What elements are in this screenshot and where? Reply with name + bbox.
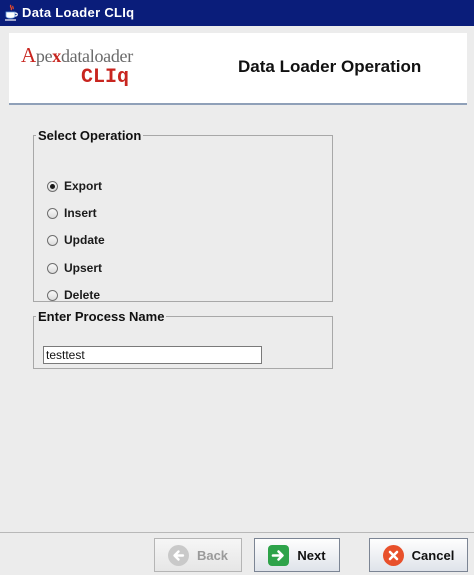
radio-label: Delete: [64, 288, 101, 302]
radio-label: Upsert: [64, 261, 103, 275]
radio-button[interactable]: [47, 262, 58, 274]
back-button[interactable]: Back: [154, 538, 242, 572]
back-button-label: Back: [196, 547, 229, 563]
logo: Apexdataloader: [21, 43, 133, 67]
logo-subtitle: CLIq: [81, 66, 130, 89]
cancel-button[interactable]: Cancel: [369, 538, 468, 572]
page-title: Data Loader Operation: [238, 57, 422, 76]
next-button-label: Next: [297, 547, 326, 563]
header-divider: [9, 103, 467, 105]
window-title: Data Loader CLIq: [22, 5, 135, 20]
close-icon: [382, 544, 404, 566]
arrow-left-icon: [167, 544, 189, 566]
radio-label: Update: [64, 233, 105, 247]
radio-button[interactable]: [47, 289, 58, 301]
radio-button[interactable]: [47, 234, 58, 246]
radio-upsert[interactable]: Upsert: [47, 260, 102, 276]
radio-button[interactable]: [47, 180, 58, 192]
process-name-group: Enter Process Name: [33, 309, 333, 369]
title-bar[interactable]: Data Loader CLIq: [0, 0, 474, 26]
radio-delete[interactable]: Delete: [47, 287, 100, 303]
select-operation-legend: Select Operation: [38, 128, 142, 143]
arrow-right-icon: [268, 544, 290, 566]
footer-divider: [0, 532, 474, 533]
cancel-button-label: Cancel: [411, 547, 455, 563]
header-banner: Apexdataloader CLIq Data Loader Operatio…: [9, 33, 467, 103]
process-name-input[interactable]: [43, 346, 262, 364]
radio-export[interactable]: Export: [47, 178, 102, 194]
java-cup-icon: [3, 4, 19, 22]
radio-label: Export: [64, 179, 103, 193]
select-operation-group: Select Operation Export Insert Update Up…: [33, 128, 333, 302]
process-name-legend: Enter Process Name: [38, 309, 165, 324]
radio-button[interactable]: [47, 207, 58, 219]
radio-insert[interactable]: Insert: [47, 205, 97, 221]
next-button[interactable]: Next: [254, 538, 340, 572]
radio-label: Insert: [64, 206, 97, 220]
radio-update[interactable]: Update: [47, 232, 105, 248]
